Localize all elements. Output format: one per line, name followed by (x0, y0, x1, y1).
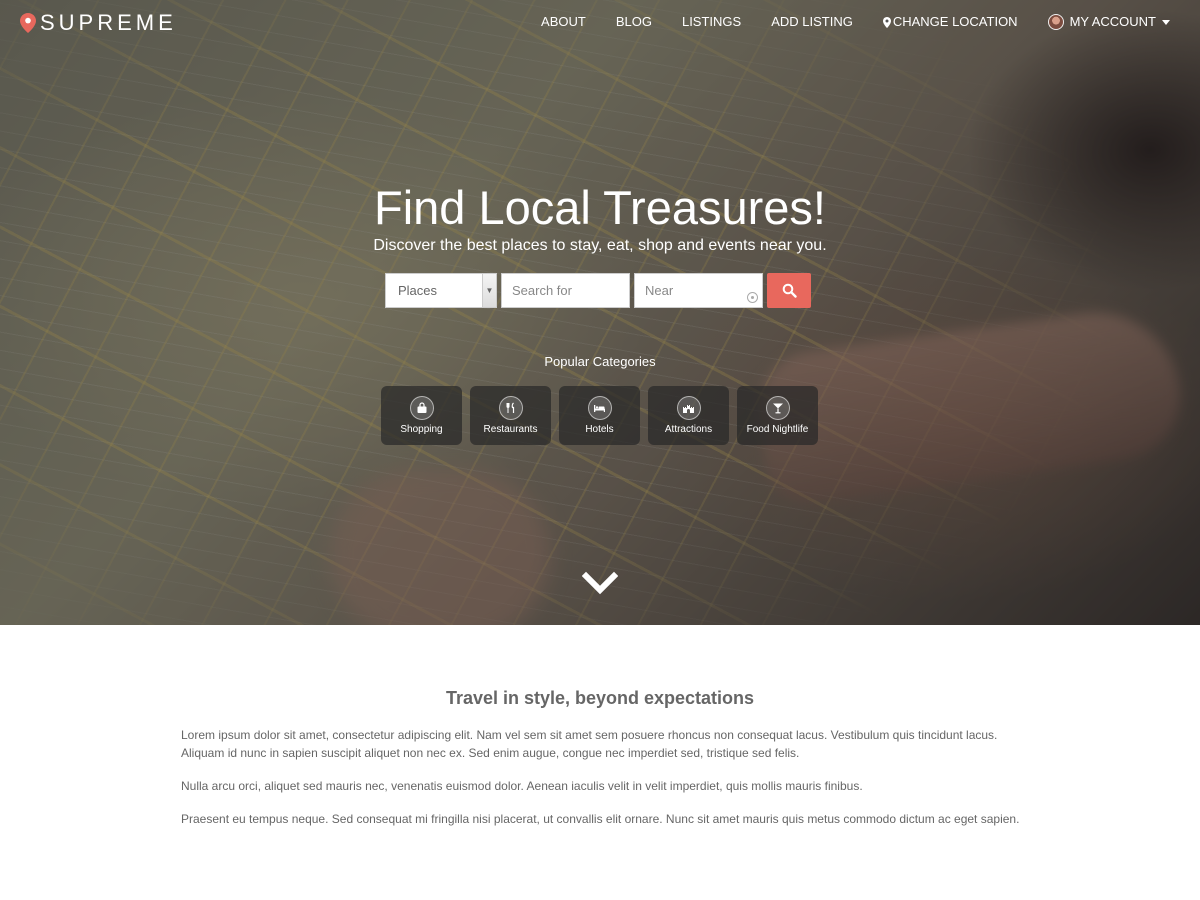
map-marker-icon (882, 16, 891, 28)
category-attractions[interactable]: Attractions (648, 386, 729, 445)
listing-type-value: Places (398, 283, 438, 298)
select-arrow-icon: ▼ (482, 274, 496, 307)
hero-title: Find Local Treasures! (374, 181, 826, 234)
nav-change-location[interactable]: CHANGE LOCATION (882, 14, 1018, 30)
content-paragraph: Lorem ipsum dolor sit amet, consectetur … (181, 728, 998, 760)
nav-my-account[interactable]: MY ACCOUNT (1047, 14, 1170, 30)
castle-icon (676, 396, 701, 420)
category-restaurants[interactable]: Restaurants (470, 386, 551, 445)
category-hotels[interactable]: Hotels (559, 386, 640, 445)
content-paragraph: Praesent eu tempus neque. Sed consequat … (181, 812, 1020, 826)
caret-down-icon (1162, 19, 1170, 25)
nav-blog[interactable]: BLOG (616, 14, 652, 30)
locate-me-icon[interactable] (747, 292, 758, 303)
nav-about-label: ABOUT (541, 14, 586, 29)
nav-add-listing[interactable]: ADD LISTING (771, 14, 853, 30)
main-nav: ABOUT BLOG LISTINGS ADD LISTING CHANGE L… (511, 14, 1170, 30)
search-bar: Places ▼ Search for Near (385, 273, 811, 308)
hero-overlay (0, 0, 1200, 625)
search-input-placeholder: Search for (512, 283, 572, 298)
brand-name: SUPREME (40, 10, 177, 35)
category-food-nightlife[interactable]: Food Nightlife (737, 386, 818, 445)
hero-section: SUPREME ABOUT BLOG LISTINGS ADD LISTING … (0, 0, 1200, 625)
category-restaurants-label: Restaurants (483, 424, 538, 435)
nav-listings[interactable]: LISTINGS (682, 14, 741, 30)
category-shopping-label: Shopping (400, 424, 443, 435)
site-logo[interactable]: SUPREME (20, 12, 177, 34)
shopping-bag-icon (409, 396, 434, 420)
nav-listings-label: LISTINGS (681, 14, 742, 29)
search-input[interactable]: Search for (501, 273, 630, 308)
category-list: Shopping Restaurants Hotels Attractions … (381, 386, 818, 445)
near-input[interactable]: Near (634, 273, 763, 308)
map-pin-logo-icon (20, 13, 36, 33)
near-input-placeholder: Near (645, 283, 674, 298)
avatar (1047, 14, 1064, 30)
search-icon (782, 283, 797, 298)
chevron-down-icon[interactable] (582, 571, 618, 597)
popular-categories-title: Popular Categories (544, 354, 656, 369)
bed-icon (587, 396, 612, 420)
nav-change-location-label: CHANGE LOCATION (892, 14, 1018, 29)
category-shopping[interactable]: Shopping (381, 386, 462, 445)
content-paragraph: Nulla arcu orci, aliquet sed mauris nec,… (181, 779, 863, 793)
cutlery-icon (498, 396, 523, 420)
section-title: Travel in style, beyond expectations (445, 688, 755, 708)
nav-add-listing-label: ADD LISTING (771, 14, 853, 29)
nav-blog-label: BLOG (615, 14, 652, 29)
listing-type-select[interactable]: Places ▼ (385, 273, 497, 308)
nav-about[interactable]: ABOUT (541, 14, 586, 30)
search-button[interactable] (767, 273, 811, 308)
category-food-nightlife-label: Food Nightlife (746, 424, 809, 435)
category-attractions-label: Attractions (664, 424, 713, 435)
category-hotels-label: Hotels (585, 424, 614, 435)
hero-subtitle: Discover the best places to stay, eat, s… (373, 237, 827, 254)
cocktail-icon (765, 396, 790, 420)
nav-my-account-label: MY ACCOUNT (1069, 14, 1156, 29)
